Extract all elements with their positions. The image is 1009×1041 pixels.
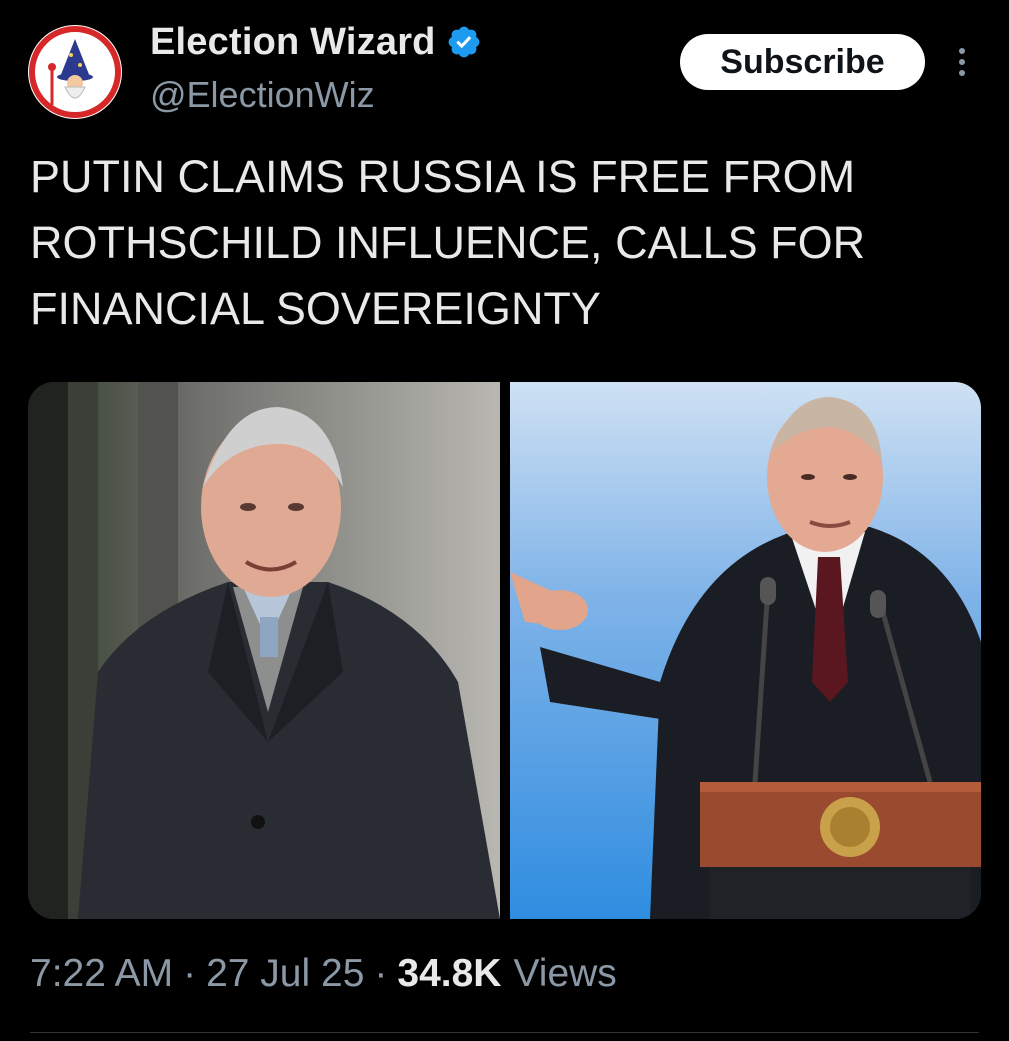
meta-separator: · [374,952,388,995]
author-name[interactable]: Election Wizard [150,21,436,64]
subscribe-button[interactable]: Subscribe [680,34,925,90]
wizard-avatar-icon [29,26,121,118]
photo-left-elderly-man[interactable] [28,382,500,919]
tweet-date[interactable]: 27 Jul 25 [206,952,364,996]
tweet-text: PUTIN CLAIMS RUSSIA IS FREE FROM ROTHSCH… [30,151,866,334]
author-handle[interactable]: @ElectionWiz [150,74,375,116]
tweet-media[interactable] [28,382,981,919]
views-count[interactable]: 34.8K [397,952,501,996]
tweet-meta: 7:22 AM · 27 Jul 25 · 34.8K Views [30,952,617,996]
views-label[interactable]: Views [513,952,616,996]
author-avatar[interactable] [28,25,122,119]
meta-separator: · [183,952,197,995]
divider [30,1032,979,1033]
photo-right-man-at-podium[interactable] [510,382,981,919]
tweet-time[interactable]: 7:22 AM [30,952,173,996]
author-name-row[interactable]: Election Wizard [150,20,482,64]
verified-badge-icon [448,26,479,58]
more-vertical-icon[interactable] [952,44,972,84]
